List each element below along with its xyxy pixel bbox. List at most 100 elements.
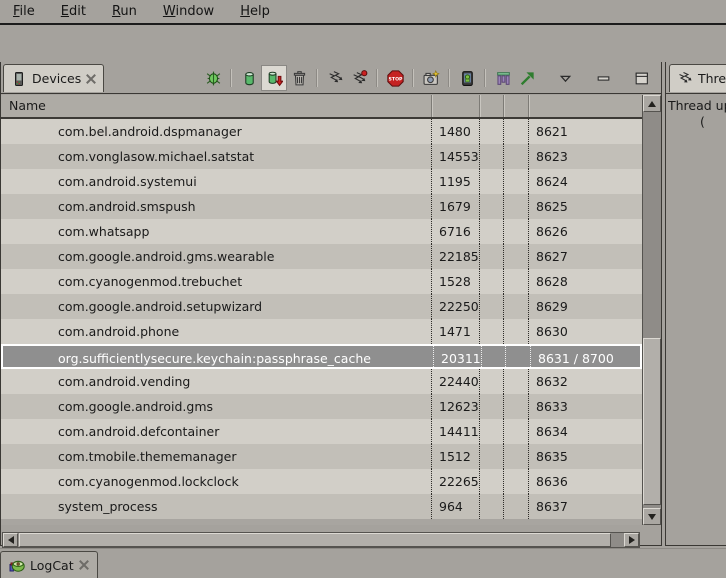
menu-help[interactable]: Help bbox=[227, 2, 283, 21]
table-row[interactable]: com.bel.android.dspmanager 1480 8621 bbox=[1, 119, 642, 144]
empty-cell[interactable] bbox=[479, 219, 503, 244]
port-cell[interactable]: 8628 bbox=[528, 269, 642, 294]
empty-cell[interactable] bbox=[479, 244, 503, 269]
table-row[interactable]: com.cyanogenmod.trebuchet 1528 8628 bbox=[1, 269, 642, 294]
scroll-left-button[interactable] bbox=[3, 533, 18, 547]
pid-cell[interactable]: 22265 bbox=[431, 469, 479, 494]
scroll-right-button[interactable] bbox=[624, 533, 639, 547]
pid-cell[interactable]: 6716 bbox=[431, 219, 479, 244]
pid-cell[interactable]: 1679 bbox=[431, 194, 479, 219]
table-row[interactable]: com.cyanogenmod.lockclock 22265 8636 bbox=[1, 469, 642, 494]
menu-run[interactable]: Run bbox=[99, 2, 150, 21]
empty-cell[interactable] bbox=[503, 194, 528, 219]
pid-cell[interactable]: 12623 bbox=[431, 394, 479, 419]
tab-threads[interactable]: Threads bbox=[669, 64, 726, 92]
dump-hprof-button[interactable] bbox=[261, 65, 287, 91]
port-cell[interactable]: 8635 bbox=[528, 444, 642, 469]
empty-cell[interactable] bbox=[479, 494, 503, 519]
port-cell[interactable]: 8632 bbox=[528, 369, 642, 394]
table-row[interactable]: org.sufficientlysecure.keychain:passphra… bbox=[1, 344, 642, 369]
view-menu-button[interactable] bbox=[553, 66, 577, 90]
emulator-control-button[interactable] bbox=[455, 66, 479, 90]
table-row[interactable]: com.android.phone 1471 8630 bbox=[1, 319, 642, 344]
pid-cell[interactable]: 14553 bbox=[431, 144, 479, 169]
empty-cell[interactable] bbox=[479, 169, 503, 194]
pid-cell[interactable]: 22185 bbox=[431, 244, 479, 269]
empty-cell[interactable] bbox=[503, 269, 528, 294]
method-profiling-button[interactable] bbox=[347, 66, 371, 90]
scroll-up-button[interactable] bbox=[643, 95, 661, 112]
process-name-cell[interactable]: com.android.vending bbox=[1, 369, 431, 394]
process-name-cell[interactable]: com.bel.android.dspmanager bbox=[1, 119, 431, 144]
port-cell[interactable]: 8627 bbox=[528, 244, 642, 269]
empty-cell[interactable] bbox=[503, 444, 528, 469]
empty-cell[interactable] bbox=[503, 144, 528, 169]
update-threads-button[interactable] bbox=[323, 66, 347, 90]
horizontal-scrollbar[interactable] bbox=[2, 532, 640, 548]
empty-cell[interactable] bbox=[503, 244, 528, 269]
table-row[interactable]: com.whatsapp 6716 8626 bbox=[1, 219, 642, 244]
ui-hierarchy-button[interactable] bbox=[491, 66, 515, 90]
empty-cell[interactable] bbox=[503, 319, 528, 344]
process-name-cell[interactable]: com.cyanogenmod.lockclock bbox=[1, 469, 431, 494]
empty-cell[interactable] bbox=[503, 294, 528, 319]
process-name-cell[interactable]: com.android.defcontainer bbox=[1, 419, 431, 444]
process-name-cell[interactable]: com.android.phone bbox=[1, 319, 431, 344]
pid-cell[interactable]: 1195 bbox=[431, 169, 479, 194]
empty-cell[interactable] bbox=[503, 419, 528, 444]
vertical-scrollbar-thumb[interactable] bbox=[643, 338, 661, 505]
menu-file[interactable]: File bbox=[0, 2, 48, 21]
table-row[interactable]: com.google.android.gms 12623 8633 bbox=[1, 394, 642, 419]
pid-cell[interactable]: 22250 bbox=[431, 294, 479, 319]
scroll-down-button[interactable] bbox=[643, 508, 661, 525]
process-name-cell[interactable]: com.whatsapp bbox=[1, 219, 431, 244]
table-row[interactable]: com.google.android.gms.wearable 22185 86… bbox=[1, 244, 642, 269]
table-row[interactable]: com.android.systemui 1195 8624 bbox=[1, 169, 642, 194]
pid-cell[interactable]: 1471 bbox=[431, 319, 479, 344]
debug-process-button[interactable] bbox=[201, 66, 225, 90]
tab-logcat[interactable]: LogCat bbox=[0, 551, 98, 578]
cause-gc-button[interactable] bbox=[287, 66, 311, 90]
empty-cell[interactable] bbox=[503, 219, 528, 244]
port-cell[interactable]: 8625 bbox=[528, 194, 642, 219]
process-name-cell[interactable]: com.cyanogenmod.trebuchet bbox=[1, 269, 431, 294]
pid-cell[interactable]: 964 bbox=[431, 494, 479, 519]
menu-window[interactable]: Window bbox=[150, 2, 227, 21]
process-name-cell[interactable]: com.google.android.gms.wearable bbox=[1, 244, 431, 269]
port-cell[interactable]: 8637 bbox=[528, 494, 642, 519]
process-name-cell[interactable]: com.tmobile.thememanager bbox=[1, 444, 431, 469]
process-name-cell[interactable]: com.vonglasow.michael.satstat bbox=[1, 144, 431, 169]
empty-cell[interactable] bbox=[479, 319, 503, 344]
empty-cell[interactable] bbox=[479, 444, 503, 469]
port-cell[interactable]: 8633 bbox=[528, 394, 642, 419]
empty-cell[interactable] bbox=[479, 469, 503, 494]
pid-cell[interactable]: 14411 bbox=[431, 419, 479, 444]
pid-cell[interactable]: 22440 bbox=[431, 369, 479, 394]
horizontal-scrollbar-thumb[interactable] bbox=[19, 533, 611, 547]
port-cell[interactable]: 8624 bbox=[528, 169, 642, 194]
process-name-cell[interactable]: com.google.android.gms bbox=[1, 394, 431, 419]
port-cell[interactable]: 8623 bbox=[528, 144, 642, 169]
column-header-name[interactable]: Name bbox=[9, 98, 46, 113]
empty-cell[interactable] bbox=[503, 369, 528, 394]
empty-cell[interactable] bbox=[479, 394, 503, 419]
screen-capture-button[interactable] bbox=[419, 66, 443, 90]
empty-cell[interactable] bbox=[503, 169, 528, 194]
table-row[interactable]: com.vonglasow.michael.satstat 14553 8623 bbox=[1, 144, 642, 169]
port-cell[interactable]: 8634 bbox=[528, 419, 642, 444]
empty-cell[interactable] bbox=[479, 194, 503, 219]
port-cell[interactable]: 8636 bbox=[528, 469, 642, 494]
port-cell[interactable]: 8621 bbox=[528, 119, 642, 144]
vertical-scrollbar[interactable] bbox=[642, 95, 661, 525]
empty-cell[interactable] bbox=[503, 119, 528, 144]
empty-cell[interactable] bbox=[503, 394, 528, 419]
port-cell[interactable]: 8629 bbox=[528, 294, 642, 319]
empty-cell[interactable] bbox=[479, 294, 503, 319]
port-cell[interactable]: 8626 bbox=[528, 219, 642, 244]
empty-cell[interactable] bbox=[503, 494, 528, 519]
table-row[interactable]: com.android.vending 22440 8632 bbox=[1, 369, 642, 394]
table-row[interactable]: com.android.smspush 1679 8625 bbox=[1, 194, 642, 219]
table-row[interactable]: com.tmobile.thememanager 1512 8635 bbox=[1, 444, 642, 469]
close-icon[interactable] bbox=[86, 74, 96, 84]
table-row[interactable]: com.android.defcontainer 14411 8634 bbox=[1, 419, 642, 444]
